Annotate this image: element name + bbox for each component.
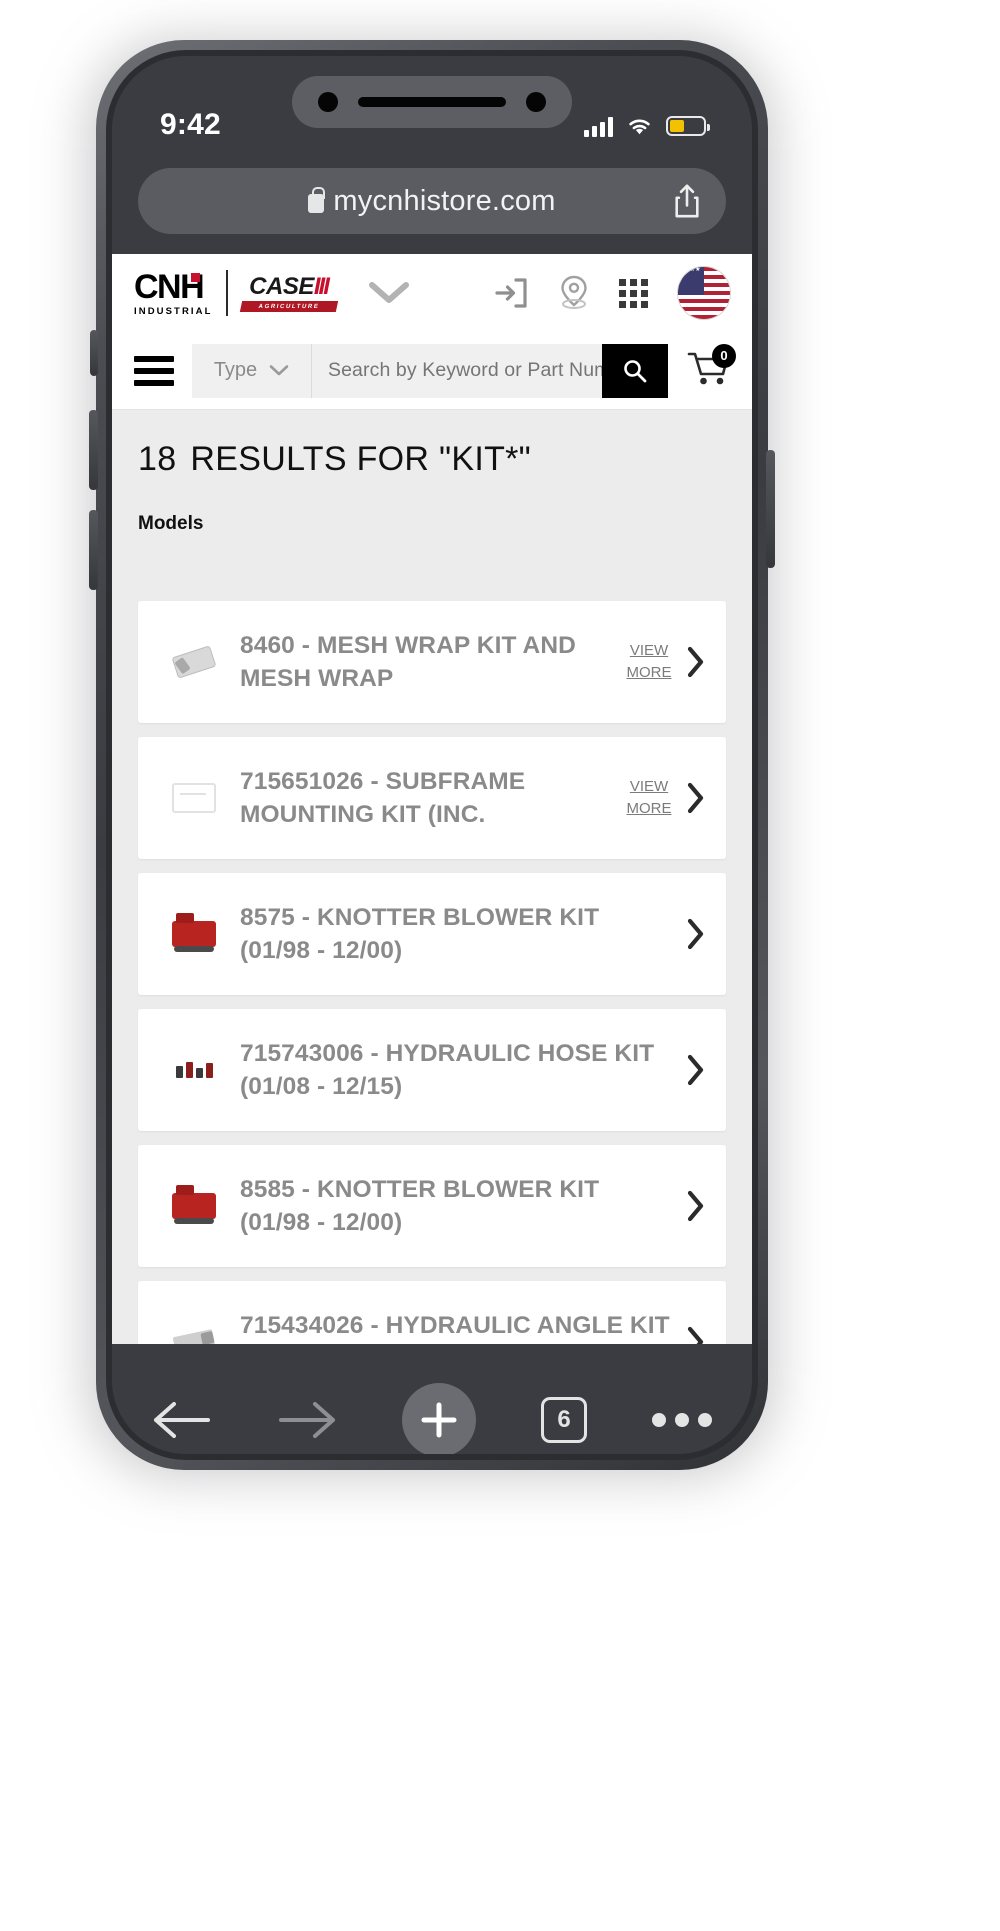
shopping-cart-icon[interactable]: 0 — [686, 343, 736, 394]
grid-apps-icon[interactable] — [619, 278, 648, 308]
new-tab-button[interactable] — [402, 1383, 476, 1454]
chevron-right-icon[interactable] — [684, 1054, 708, 1086]
case-ih-logo[interactable]: CASEIII AGRICULTURE — [239, 272, 338, 312]
subframe-mounting-thumbnail — [172, 783, 216, 813]
results-heading-suffix: RESULTS FOR "KIT*" — [190, 440, 532, 478]
result-thumbnail — [148, 1038, 240, 1102]
knotter-blower-machine-thumbnail — [172, 913, 216, 952]
cnh-logo-red-tick — [191, 272, 201, 282]
cnh-logo-wordmark: CNH — [134, 270, 205, 304]
cnh-logo-subtext: INDUSTRIAL — [134, 305, 213, 317]
result-title: 8575 - KNOTTER BLOWER KIT (01/98 - 12/00… — [240, 903, 600, 964]
view-more-link[interactable]: VIEW MORE — [620, 776, 678, 820]
more-dots-icon[interactable] — [652, 1413, 712, 1427]
volume-down-button[interactable] — [89, 510, 98, 590]
result-card[interactable]: 8460 - MESH WRAP KIT AND MESH WRAP VIEW … — [138, 601, 726, 723]
results-area: 18 RESULTS FOR "KIT*" Models 8460 - MESH … — [112, 410, 752, 1344]
url-text-wrapper: mycnhistore.com — [308, 185, 555, 218]
knotter-blower-machine-thumbnail — [172, 1185, 216, 1224]
status-time: 9:42 — [160, 108, 221, 141]
hydraulic-hose-thumbnail — [175, 1062, 213, 1078]
battery-icon — [666, 116, 710, 136]
search-bar-row: Type Search by Keyword or Part Number 0 — [112, 332, 752, 410]
plus-icon — [421, 1402, 457, 1438]
chevron-right-icon[interactable] — [684, 1326, 708, 1344]
view-more-link[interactable]: VIEW MORE — [620, 640, 678, 684]
cnh-industrial-logo[interactable]: CNH INDUSTRIAL — [134, 270, 213, 317]
result-card[interactable]: 715651026 - SUBFRAME MOUNTING KIT (INC. … — [138, 737, 726, 859]
case-logo-bars2-icon: II — [318, 272, 330, 300]
status-indicators — [584, 116, 710, 137]
result-card[interactable]: 8575 - KNOTTER BLOWER KIT (01/98 - 12/00… — [138, 873, 726, 995]
result-title: 8585 - KNOTTER BLOWER KIT (01/98 - 12/00… — [240, 1175, 600, 1236]
chevron-down-icon — [269, 365, 289, 376]
case-logo-subtext: AGRICULTURE — [239, 300, 338, 312]
type-select-label: Type — [213, 359, 258, 381]
type-select[interactable]: Type — [192, 343, 312, 398]
view-more-line2: MORE — [626, 664, 672, 681]
status-bar: 9:42 — [112, 56, 752, 168]
us-flag-icon[interactable] — [678, 267, 730, 319]
web-content: CNH INDUSTRIAL CASEIII AGRICULTURE ★★★★ … — [112, 254, 752, 1344]
chevron-right-icon[interactable] — [684, 646, 708, 678]
view-more-line1: VIEW — [629, 642, 669, 660]
result-card[interactable]: 715434026 - HYDRAULIC ANGLE KIT (01/04 -… — [138, 1281, 726, 1344]
url-text: mycnhistore.com — [333, 184, 556, 217]
location-pin-icon[interactable] — [559, 275, 589, 311]
cellular-signal-icon — [584, 116, 613, 137]
front-camera-icon — [318, 92, 338, 112]
lock-icon — [308, 186, 325, 213]
mesh-wrap-roll-thumbnail — [171, 645, 217, 679]
earpiece-speaker — [358, 97, 506, 107]
login-icon[interactable] — [495, 276, 529, 310]
browser-bottom-bar: 6 — [112, 1344, 752, 1454]
section-label-models: Models — [138, 513, 204, 534]
result-title: 715651026 - SUBFRAME MOUNTING KIT (INC. — [240, 767, 526, 828]
result-card[interactable]: 715743006 - HYDRAULIC HOSE KIT (01/08 - … — [138, 1009, 726, 1131]
search-icon — [624, 359, 647, 382]
result-title: 8460 - MESH WRAP KIT AND MESH WRAP — [240, 631, 576, 692]
results-count: 18 — [138, 440, 177, 478]
dynamic-island — [292, 76, 572, 128]
cart-count-badge: 0 — [712, 343, 736, 368]
view-more-line2: MORE — [626, 800, 672, 817]
logo-divider — [225, 270, 228, 316]
chevron-right-icon[interactable] — [684, 1190, 708, 1222]
chevron-right-icon[interactable] — [684, 782, 708, 814]
result-thumbnail — [148, 766, 240, 830]
view-more-line1: VIEW — [629, 778, 669, 796]
header-icon-group — [495, 267, 730, 319]
results-heading: 18 RESULTS FOR "KIT*" — [138, 440, 726, 479]
result-thumbnail — [148, 1174, 240, 1238]
chevron-down-icon[interactable] — [367, 280, 411, 306]
power-button[interactable] — [766, 450, 775, 568]
case-logo-text: CASE — [249, 272, 314, 300]
chevron-right-icon[interactable] — [684, 918, 708, 950]
search-input[interactable] — [312, 343, 602, 398]
search-button[interactable] — [602, 343, 668, 398]
result-title: 715434026 - HYDRAULIC ANGLE KIT (01/04 -… — [240, 1311, 670, 1339]
result-title: 715743006 - HYDRAULIC HOSE KIT (01/08 - … — [240, 1039, 655, 1100]
hamburger-menu-icon[interactable] — [134, 355, 174, 386]
result-thumbnail — [148, 902, 240, 966]
phone-screen: 9:42 mycnhistore.com CNH INDUSTRIAL CASE… — [112, 56, 752, 1454]
face-id-sensor-icon — [526, 92, 546, 112]
forward-arrow-icon[interactable] — [277, 1398, 337, 1442]
result-thumbnail — [148, 1310, 240, 1344]
share-icon[interactable] — [674, 182, 700, 220]
result-thumbnail — [148, 630, 240, 694]
back-arrow-icon[interactable] — [152, 1398, 212, 1442]
browser-toolbar: mycnhistore.com — [112, 168, 752, 254]
screenshot-stage: 9:42 mycnhistore.com CNH INDUSTRIAL CASE… — [0, 0, 1000, 1931]
silent-switch-button[interactable] — [90, 330, 98, 376]
flag-canton — [678, 267, 705, 295]
case-logo-wordmark: CASEIII — [249, 272, 330, 300]
wifi-icon — [629, 119, 650, 134]
address-bar[interactable]: mycnhistore.com — [138, 168, 726, 234]
volume-up-button[interactable] — [89, 410, 98, 490]
result-card[interactable]: 8585 - KNOTTER BLOWER KIT (01/98 - 12/00… — [138, 1145, 726, 1267]
hydraulic-angle-thumbnail — [172, 1329, 216, 1344]
site-header: CNH INDUSTRIAL CASEIII AGRICULTURE — [112, 254, 752, 332]
tabs-button[interactable]: 6 — [541, 1397, 587, 1443]
